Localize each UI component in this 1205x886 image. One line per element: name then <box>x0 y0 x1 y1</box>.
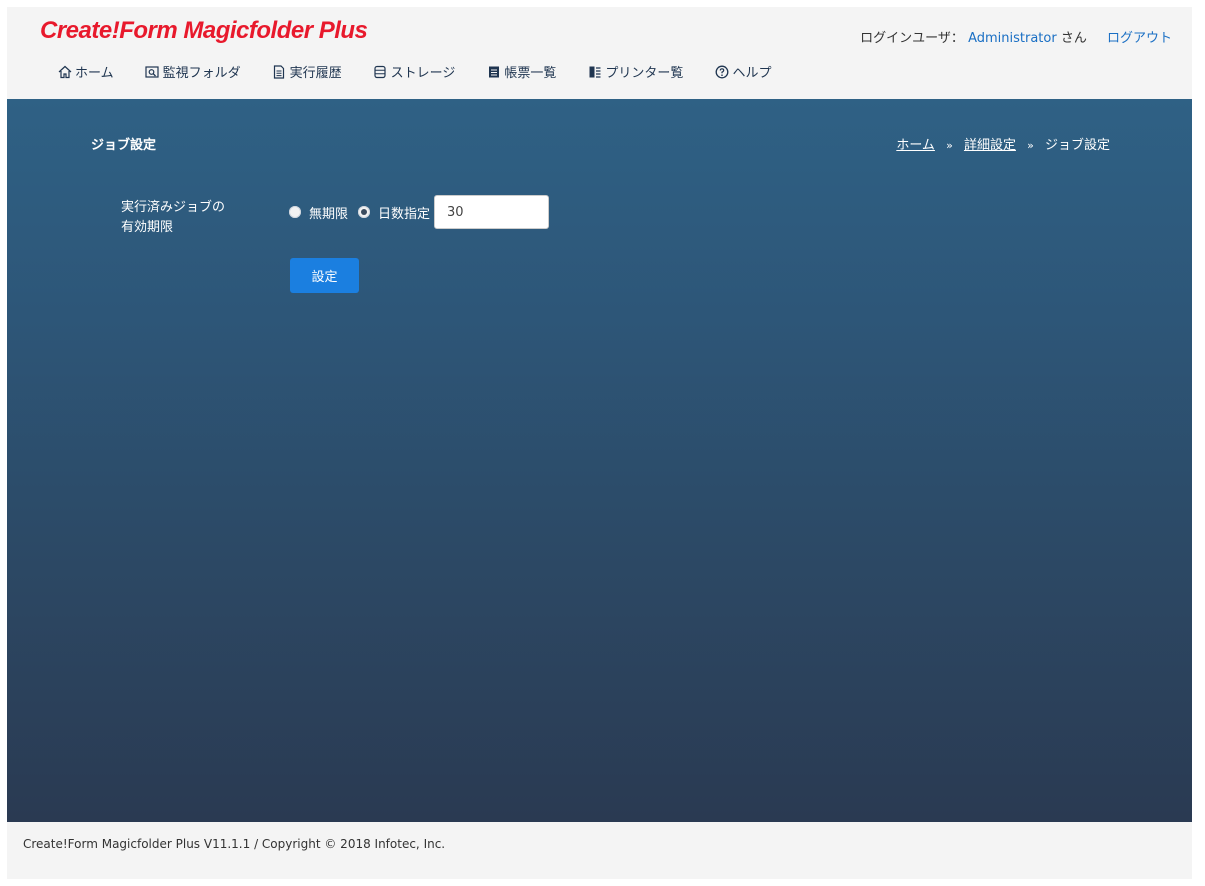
nav-storage[interactable]: ストレージ <box>373 62 456 81</box>
nav-help-label: ヘルプ <box>732 66 772 81</box>
radio-unlimited-label[interactable]: 無期限 <box>309 203 348 222</box>
nav-form-list[interactable]: 帳票一覧 <box>486 62 556 81</box>
nav-storage-label: ストレージ <box>390 66 456 81</box>
nav-form-list-label: 帳票一覧 <box>504 66 557 81</box>
radio-unlimited-dot[interactable] <box>289 206 301 218</box>
nav-watch-folder[interactable]: 監視フォルダ <box>145 62 241 81</box>
nav-home-label: ホーム <box>75 66 114 81</box>
home-icon <box>57 64 72 79</box>
login-user-label: ログインユーザ： <box>860 31 964 46</box>
app-logo[interactable]: Create!Form Magicfolder Plus <box>40 17 368 45</box>
nav-printer-list-label: プリンター覧 <box>605 66 684 81</box>
header: Create!Form Magicfolder Plus ログインユーザ： Ad… <box>7 7 1192 99</box>
job-expiry-label-line2: 有効期限 <box>121 220 174 235</box>
document-icon <box>272 64 287 79</box>
user-suffix: さん <box>1060 31 1087 46</box>
breadcrumb-separator: » <box>946 139 953 152</box>
breadcrumb-current: ジョブ設定 <box>1044 138 1110 153</box>
radio-days-dot[interactable] <box>358 206 371 218</box>
user-name-link[interactable]: Administrator <box>968 31 1057 46</box>
nav-history-label: 実行履歴 <box>289 66 342 81</box>
app-frame: Create!Form Magicfolder Plus ログインユーザ： Ad… <box>7 7 1192 879</box>
folder-search-icon <box>145 64 160 79</box>
nav-history[interactable]: 実行履歴 <box>272 62 342 81</box>
radio-days-label[interactable]: 日数指定 <box>378 203 430 222</box>
printer-icon <box>587 64 602 79</box>
logout-link[interactable]: ログアウト <box>1107 31 1172 46</box>
main-nav: ホーム 監視フォルダ 実行履歴 ストレージ 帳票一覧 プリンター覧 ヘルプ <box>57 62 802 81</box>
breadcrumb-detail-settings[interactable]: 詳細設定 <box>964 138 1016 153</box>
nav-watch-folder-label: 監視フォルダ <box>162 66 241 81</box>
user-info: ログインユーザ： Administrator さん ログアウト <box>860 27 1172 46</box>
nav-help[interactable]: ヘルプ <box>714 62 771 81</box>
page-title: ジョブ設定 <box>91 138 157 153</box>
breadcrumb: ホーム » 詳細設定 » ジョブ設定 <box>896 134 1110 153</box>
help-icon <box>714 64 729 79</box>
days-input[interactable] <box>434 195 550 229</box>
set-button[interactable]: 設定 <box>290 258 359 293</box>
radio-unlimited[interactable]: 無期限 <box>289 203 348 222</box>
nav-home[interactable]: ホーム <box>57 62 114 81</box>
footer: Create!Form Magicfolder Plus V11.1.1 / C… <box>7 822 1192 879</box>
main-content: ジョブ設定 ホーム » 詳細設定 » ジョブ設定 実行済みジョブの 有効期限 無… <box>7 99 1192 822</box>
form-list-icon <box>486 64 501 79</box>
expiry-radio-group: 無期限 日数指定 <box>289 195 550 229</box>
breadcrumb-home[interactable]: ホーム <box>896 138 935 153</box>
database-icon <box>373 64 388 79</box>
nav-printer-list[interactable]: プリンター覧 <box>587 62 683 81</box>
job-expiry-label-line1: 実行済みジョブの <box>121 200 226 215</box>
radio-days[interactable]: 日数指定 <box>358 203 430 222</box>
copyright-text: Create!Form Magicfolder Plus V11.1.1 / C… <box>23 837 446 851</box>
job-expiry-label: 実行済みジョブの 有効期限 <box>121 198 271 238</box>
breadcrumb-separator: » <box>1027 139 1034 152</box>
